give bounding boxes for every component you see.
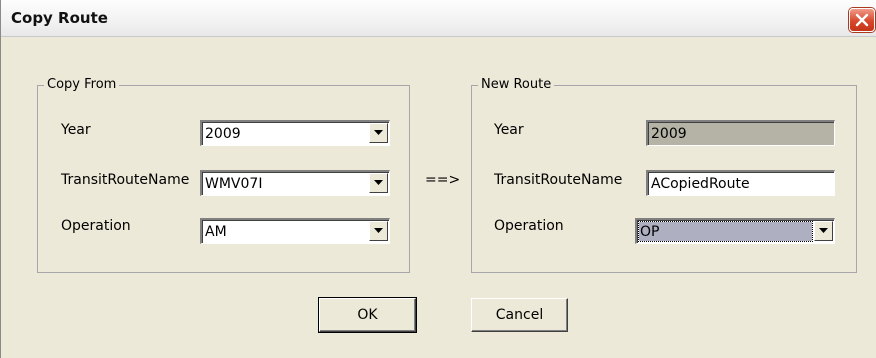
cancel-button[interactable]: Cancel	[471, 298, 568, 332]
new-route-route-label: TransitRouteName	[494, 172, 623, 188]
new-route-operation-select[interactable]: OP	[635, 218, 835, 244]
copy-from-year-value: 2009	[205, 126, 241, 142]
copy-from-route-label: TransitRouteName	[61, 172, 190, 188]
copy-from-caption: Copy From	[44, 77, 120, 92]
copy-from-operation-select[interactable]: AM	[200, 218, 390, 244]
copy-direction-arrow: ==>	[425, 172, 461, 188]
chevron-down-icon	[374, 180, 383, 185]
new-route-year-field: 2009	[646, 120, 835, 146]
chevron-down-icon	[819, 228, 828, 233]
close-icon	[855, 13, 869, 27]
new-route-name-value: ACopiedRoute	[651, 176, 750, 192]
title-bar[interactable]: Copy Route	[1, 0, 876, 37]
dialog-title: Copy Route	[11, 9, 108, 27]
copy-from-route-dropdown-button[interactable]	[369, 173, 388, 193]
copy-from-route-select[interactable]: WMV07I	[200, 170, 390, 196]
copy-from-year-dropdown-button[interactable]	[369, 123, 388, 143]
copy-from-year-select[interactable]: 2009	[200, 120, 390, 146]
ok-button[interactable]: OK	[318, 297, 417, 333]
new-route-name-input[interactable]: ACopiedRoute	[646, 170, 835, 196]
copy-from-operation-dropdown-button[interactable]	[369, 221, 388, 241]
new-route-year-value: 2009	[651, 126, 687, 142]
copy-from-route-value: WMV07I	[205, 176, 263, 192]
copy-route-dialog: Copy Route Copy From Year 2009 TransitRo…	[0, 0, 876, 358]
new-route-operation-dropdown-button[interactable]	[814, 221, 833, 241]
new-route-caption: New Route	[478, 77, 555, 92]
chevron-down-icon	[374, 228, 383, 233]
copy-from-year-label: Year	[61, 122, 91, 138]
close-button[interactable]	[849, 8, 875, 32]
chevron-down-icon	[374, 130, 383, 135]
copy-from-operation-label: Operation	[61, 218, 131, 234]
new-route-operation-value: OP	[638, 221, 813, 242]
copy-from-operation-value: AM	[205, 224, 227, 240]
new-route-operation-label: Operation	[494, 218, 564, 234]
new-route-year-label: Year	[494, 122, 524, 138]
